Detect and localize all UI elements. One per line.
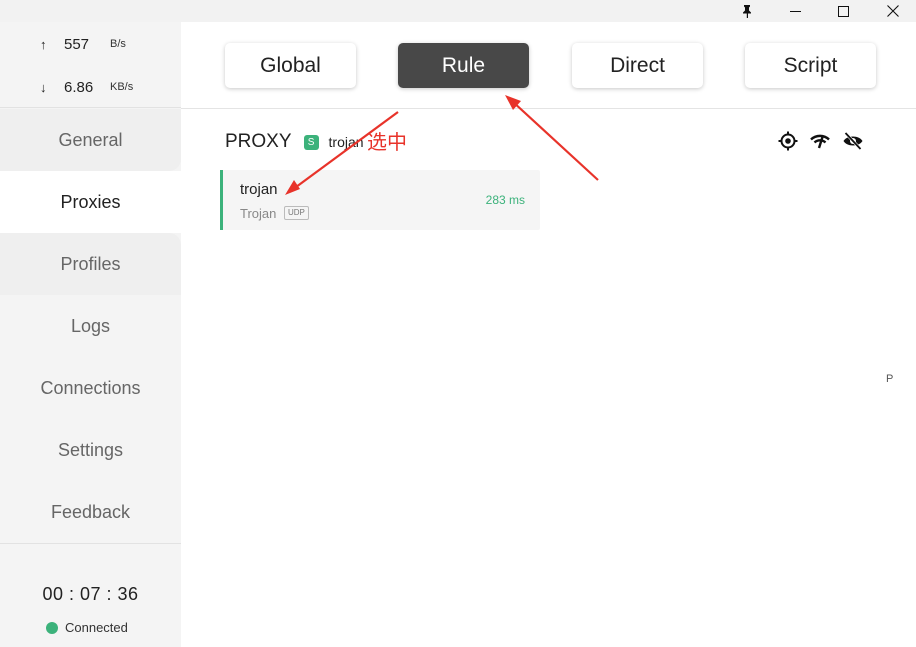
download-speed: ↓ 6.86 KB/s <box>40 77 133 97</box>
stray-text: P <box>886 373 894 385</box>
download-value: 6.86 <box>64 78 94 96</box>
upload-arrow-icon: ↑ <box>40 36 47 52</box>
connection-status[interactable]: Connected <box>46 620 128 635</box>
title-bar <box>0 0 916 22</box>
upload-speed: ↑ 557 B/s <box>40 34 126 54</box>
hide-icon[interactable] <box>842 131 863 151</box>
traffic-panel: ↑ 557 B/s ↓ 6.86 KB/s <box>0 22 181 108</box>
sidebar-item-general[interactable]: General <box>0 109 181 171</box>
group-name: PROXY <box>225 131 292 152</box>
mode-direct-button[interactable]: Direct <box>572 43 703 88</box>
proxy-name: trojan <box>240 181 278 198</box>
mode-bar: Global Rule Direct Script <box>181 22 916 109</box>
status-area: 00 : 07 : 36 Connected <box>0 543 181 647</box>
upload-value: 557 <box>64 35 90 53</box>
proxy-card[interactable]: trojan Trojan UDP 283 ms <box>220 170 540 230</box>
selected-indicator <box>220 170 223 230</box>
annotation-label: 选中 <box>367 132 407 154</box>
group-type-badge: S <box>303 134 319 150</box>
proxy-delay[interactable]: 283 ms <box>486 193 525 207</box>
upload-unit: B/s <box>110 38 126 50</box>
sidebar-item-feedback[interactable]: Feedback <box>0 481 181 543</box>
sidebar: ↑ 557 B/s ↓ 6.86 KB/s General Proxies Pr… <box>0 22 181 647</box>
mode-rule-button[interactable]: Rule <box>398 43 529 88</box>
connection-label: Connected <box>65 620 128 635</box>
minimize-icon[interactable] <box>772 0 818 22</box>
status-dot-icon <box>46 621 58 634</box>
proxy-type: Trojan <box>240 206 277 221</box>
uptime-timer: 00 : 07 : 36 <box>42 584 139 604</box>
sidebar-item-logs[interactable]: Logs <box>0 295 181 357</box>
sidebar-item-settings[interactable]: Settings <box>0 419 181 481</box>
download-unit: KB/s <box>110 81 134 93</box>
mode-global-button[interactable]: Global <box>225 43 356 88</box>
close-icon[interactable] <box>870 0 916 22</box>
locate-icon[interactable] <box>778 131 798 151</box>
speed-test-icon[interactable] <box>810 131 830 151</box>
group-selected-proxy: trojan <box>328 134 364 150</box>
pin-icon[interactable] <box>724 0 770 22</box>
sidebar-item-connections[interactable]: Connections <box>0 357 181 419</box>
proxy-udp-tag: UDP <box>284 206 309 220</box>
sidebar-item-profiles[interactable]: Profiles <box>0 233 181 295</box>
maximize-icon[interactable] <box>820 0 866 22</box>
download-arrow-icon: ↓ <box>40 79 47 95</box>
mode-script-button[interactable]: Script <box>745 43 876 88</box>
proxy-group-header[interactable]: PROXY S trojan <box>225 130 364 154</box>
sidebar-item-proxies[interactable]: Proxies <box>0 171 181 233</box>
